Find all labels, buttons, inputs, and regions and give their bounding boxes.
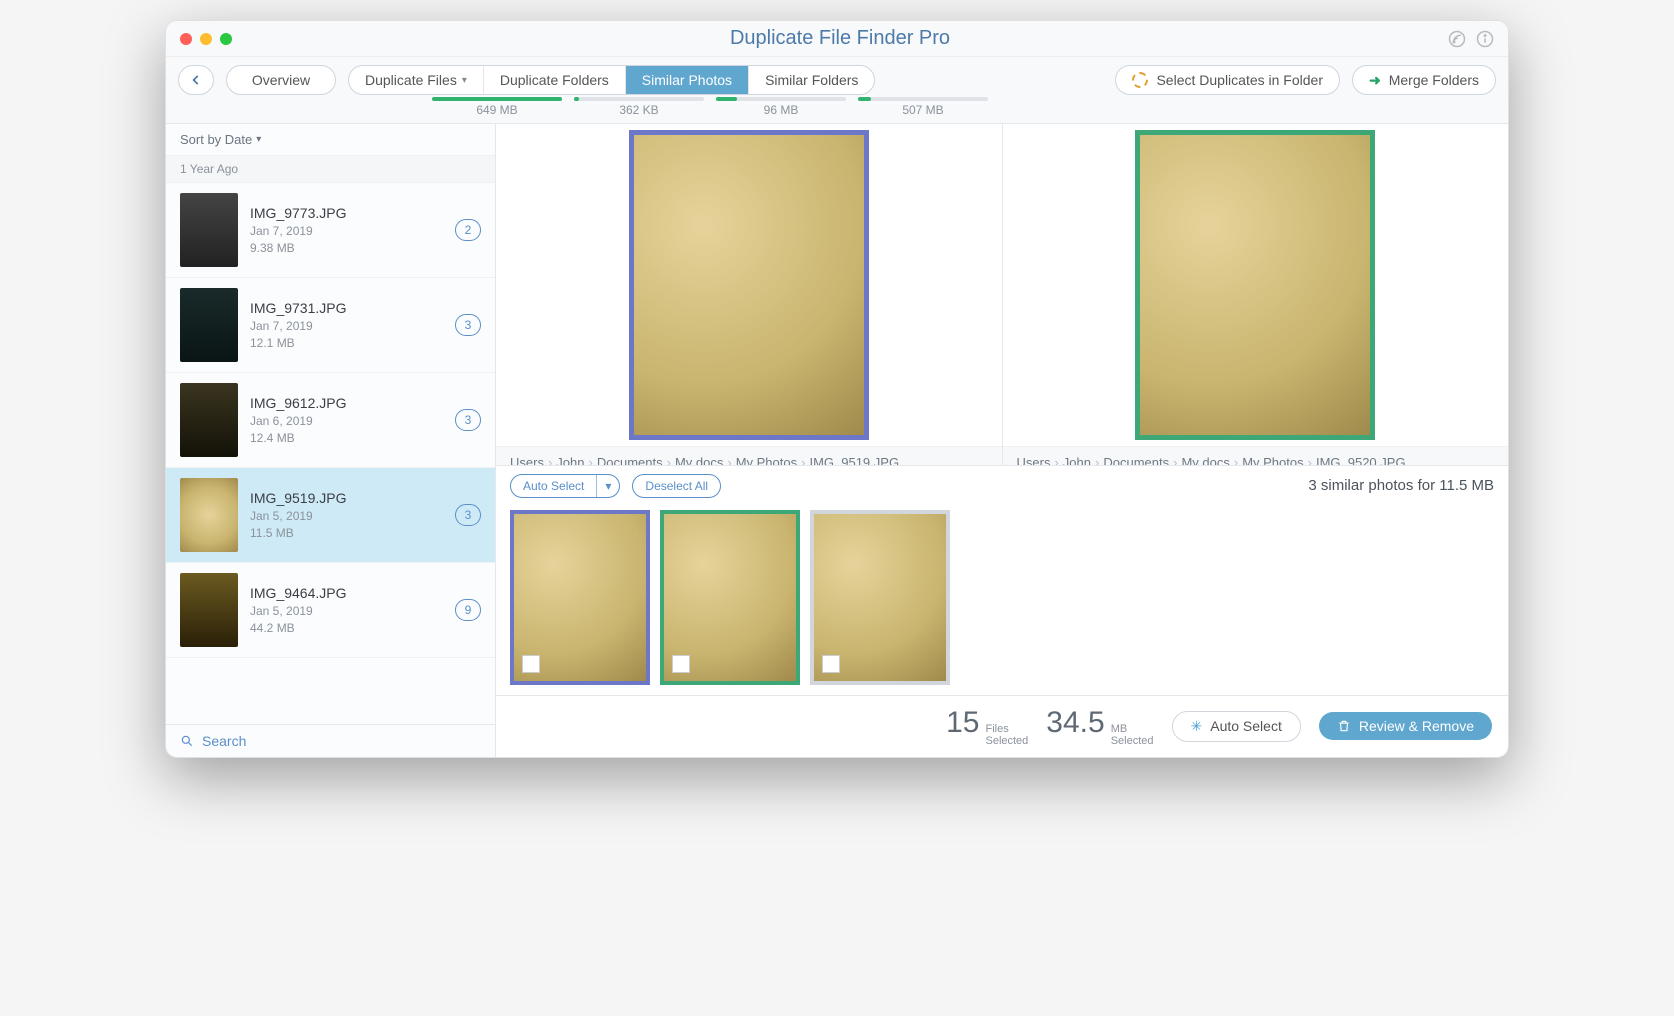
list-item[interactable]: IMG_9519.JPG Jan 5, 2019 11.5 MB 3 — [166, 468, 495, 563]
sparkle-icon: ✳ — [1191, 718, 1203, 735]
list-item[interactable]: IMG_9612.JPG Jan 6, 2019 12.4 MB 3 — [166, 373, 495, 468]
merge-folders-button[interactable]: ➜ Merge Folders — [1352, 65, 1496, 95]
search-field[interactable]: Search — [166, 724, 495, 757]
file-name: IMG_9773.JPG — [250, 205, 443, 221]
app-window: Duplicate File Finder Pro Overview Dupli… — [165, 20, 1509, 758]
footer: 15 FilesSelected 34.5 MBSelected ✳ Auto … — [496, 695, 1508, 757]
breadcrumb-right[interactable]: Users›John›Documents›My docs›My Photos›I… — [1003, 446, 1509, 465]
sidebar: Sort by Date ▾ 1 Year Ago IMG_9773.JPG J… — [166, 124, 496, 757]
list-item[interactable]: IMG_9731.JPG Jan 7, 2019 12.1 MB 3 — [166, 278, 495, 373]
file-size: 11.5 MB — [250, 526, 443, 540]
merge-icon: ➜ — [1369, 72, 1381, 89]
selection-toolbar: Auto Select ▾ Deselect All 3 similar pho… — [496, 465, 1508, 506]
select-duplicates-in-folder-button[interactable]: Select Duplicates in Folder — [1115, 65, 1340, 95]
file-list[interactable]: IMG_9773.JPG Jan 7, 2019 9.38 MB 2 IMG_9… — [166, 183, 495, 724]
rss-icon[interactable] — [1448, 30, 1466, 48]
minimize-window-button[interactable] — [200, 33, 212, 45]
deselect-all-button[interactable]: Deselect All — [632, 474, 721, 498]
preview-row: Users›John›Documents›My docs›My Photos›I… — [496, 124, 1508, 465]
thumbnail — [180, 573, 238, 647]
target-icon — [1132, 72, 1148, 88]
preview-pane-right: Users›John›Documents›My docs›My Photos›I… — [1003, 124, 1509, 465]
sort-dropdown[interactable]: Sort by Date ▾ — [166, 124, 495, 155]
maximize-window-button[interactable] — [220, 33, 232, 45]
close-window-button[interactable] — [180, 33, 192, 45]
info-icon[interactable] — [1476, 30, 1494, 48]
file-date: Jan 5, 2019 — [250, 604, 443, 618]
auto-select-dropdown[interactable]: Auto Select ▾ — [510, 474, 620, 498]
back-button[interactable] — [178, 65, 214, 95]
similar-thumbnails — [496, 506, 1508, 695]
similar-summary: 3 similar photos for 11.5 MB — [1308, 477, 1494, 494]
size-selected-stat: 34.5 MBSelected — [1046, 706, 1153, 747]
similar-thumbnail[interactable] — [660, 510, 800, 685]
preview-image-left[interactable] — [629, 130, 869, 440]
count-badge: 3 — [455, 314, 481, 336]
count-badge: 3 — [455, 504, 481, 526]
category-segmented-control: Duplicate Files▾ Duplicate Folders Simil… — [348, 65, 875, 95]
similar-thumbnail[interactable] — [810, 510, 950, 685]
group-header: 1 Year Ago — [166, 155, 495, 183]
titlebar: Duplicate File Finder Pro — [166, 21, 1508, 57]
file-date: Jan 5, 2019 — [250, 509, 443, 523]
category-size-bars: 649 MB 362 KB 96 MB 507 MB — [166, 95, 1508, 124]
main-toolbar: Overview Duplicate Files▾ Duplicate Fold… — [166, 57, 1508, 95]
app-title: Duplicate File Finder Pro — [232, 27, 1448, 50]
file-name: IMG_9464.JPG — [250, 585, 443, 601]
file-size: 12.1 MB — [250, 336, 443, 350]
trash-icon — [1337, 719, 1351, 733]
footer-auto-select-button[interactable]: ✳ Auto Select — [1172, 711, 1301, 742]
file-name: IMG_9731.JPG — [250, 300, 443, 316]
breadcrumb-left[interactable]: Users›John›Documents›My docs›My Photos›I… — [496, 446, 1002, 465]
files-selected-stat: 15 FilesSelected — [946, 706, 1028, 747]
tab-duplicate-files[interactable]: Duplicate Files▾ — [349, 66, 484, 94]
tab-duplicate-folders[interactable]: Duplicate Folders — [484, 66, 626, 94]
file-date: Jan 6, 2019 — [250, 414, 443, 428]
similar-thumbnail[interactable] — [510, 510, 650, 685]
file-date: Jan 7, 2019 — [250, 224, 443, 238]
select-checkbox[interactable] — [672, 655, 690, 673]
thumbnail — [180, 383, 238, 457]
thumbnail — [180, 478, 238, 552]
count-badge: 3 — [455, 409, 481, 431]
file-name: IMG_9612.JPG — [250, 395, 443, 411]
file-size: 44.2 MB — [250, 621, 443, 635]
chevron-down-icon: ▾ — [256, 134, 261, 145]
select-checkbox[interactable] — [822, 655, 840, 673]
list-item[interactable]: IMG_9464.JPG Jan 5, 2019 44.2 MB 9 — [166, 563, 495, 658]
review-and-remove-button[interactable]: Review & Remove — [1319, 712, 1492, 740]
preview-image-right[interactable] — [1135, 130, 1375, 440]
list-item[interactable]: IMG_9773.JPG Jan 7, 2019 9.38 MB 2 — [166, 183, 495, 278]
tab-similar-folders[interactable]: Similar Folders — [749, 66, 874, 94]
count-badge: 9 — [455, 599, 481, 621]
file-size: 12.4 MB — [250, 431, 443, 445]
search-icon — [180, 734, 194, 748]
count-badge: 2 — [455, 219, 481, 241]
tab-similar-photos[interactable]: Similar Photos — [626, 66, 749, 94]
thumbnail — [180, 288, 238, 362]
overview-button[interactable]: Overview — [226, 65, 336, 95]
window-controls — [180, 33, 232, 45]
file-size: 9.38 MB — [250, 241, 443, 255]
content-area: Users›John›Documents›My docs›My Photos›I… — [496, 124, 1508, 757]
file-name: IMG_9519.JPG — [250, 490, 443, 506]
preview-pane-left: Users›John›Documents›My docs›My Photos›I… — [496, 124, 1003, 465]
select-checkbox[interactable] — [522, 655, 540, 673]
chevron-down-icon: ▾ — [596, 475, 619, 497]
chevron-down-icon: ▾ — [462, 75, 467, 86]
thumbnail — [180, 193, 238, 267]
file-date: Jan 7, 2019 — [250, 319, 443, 333]
